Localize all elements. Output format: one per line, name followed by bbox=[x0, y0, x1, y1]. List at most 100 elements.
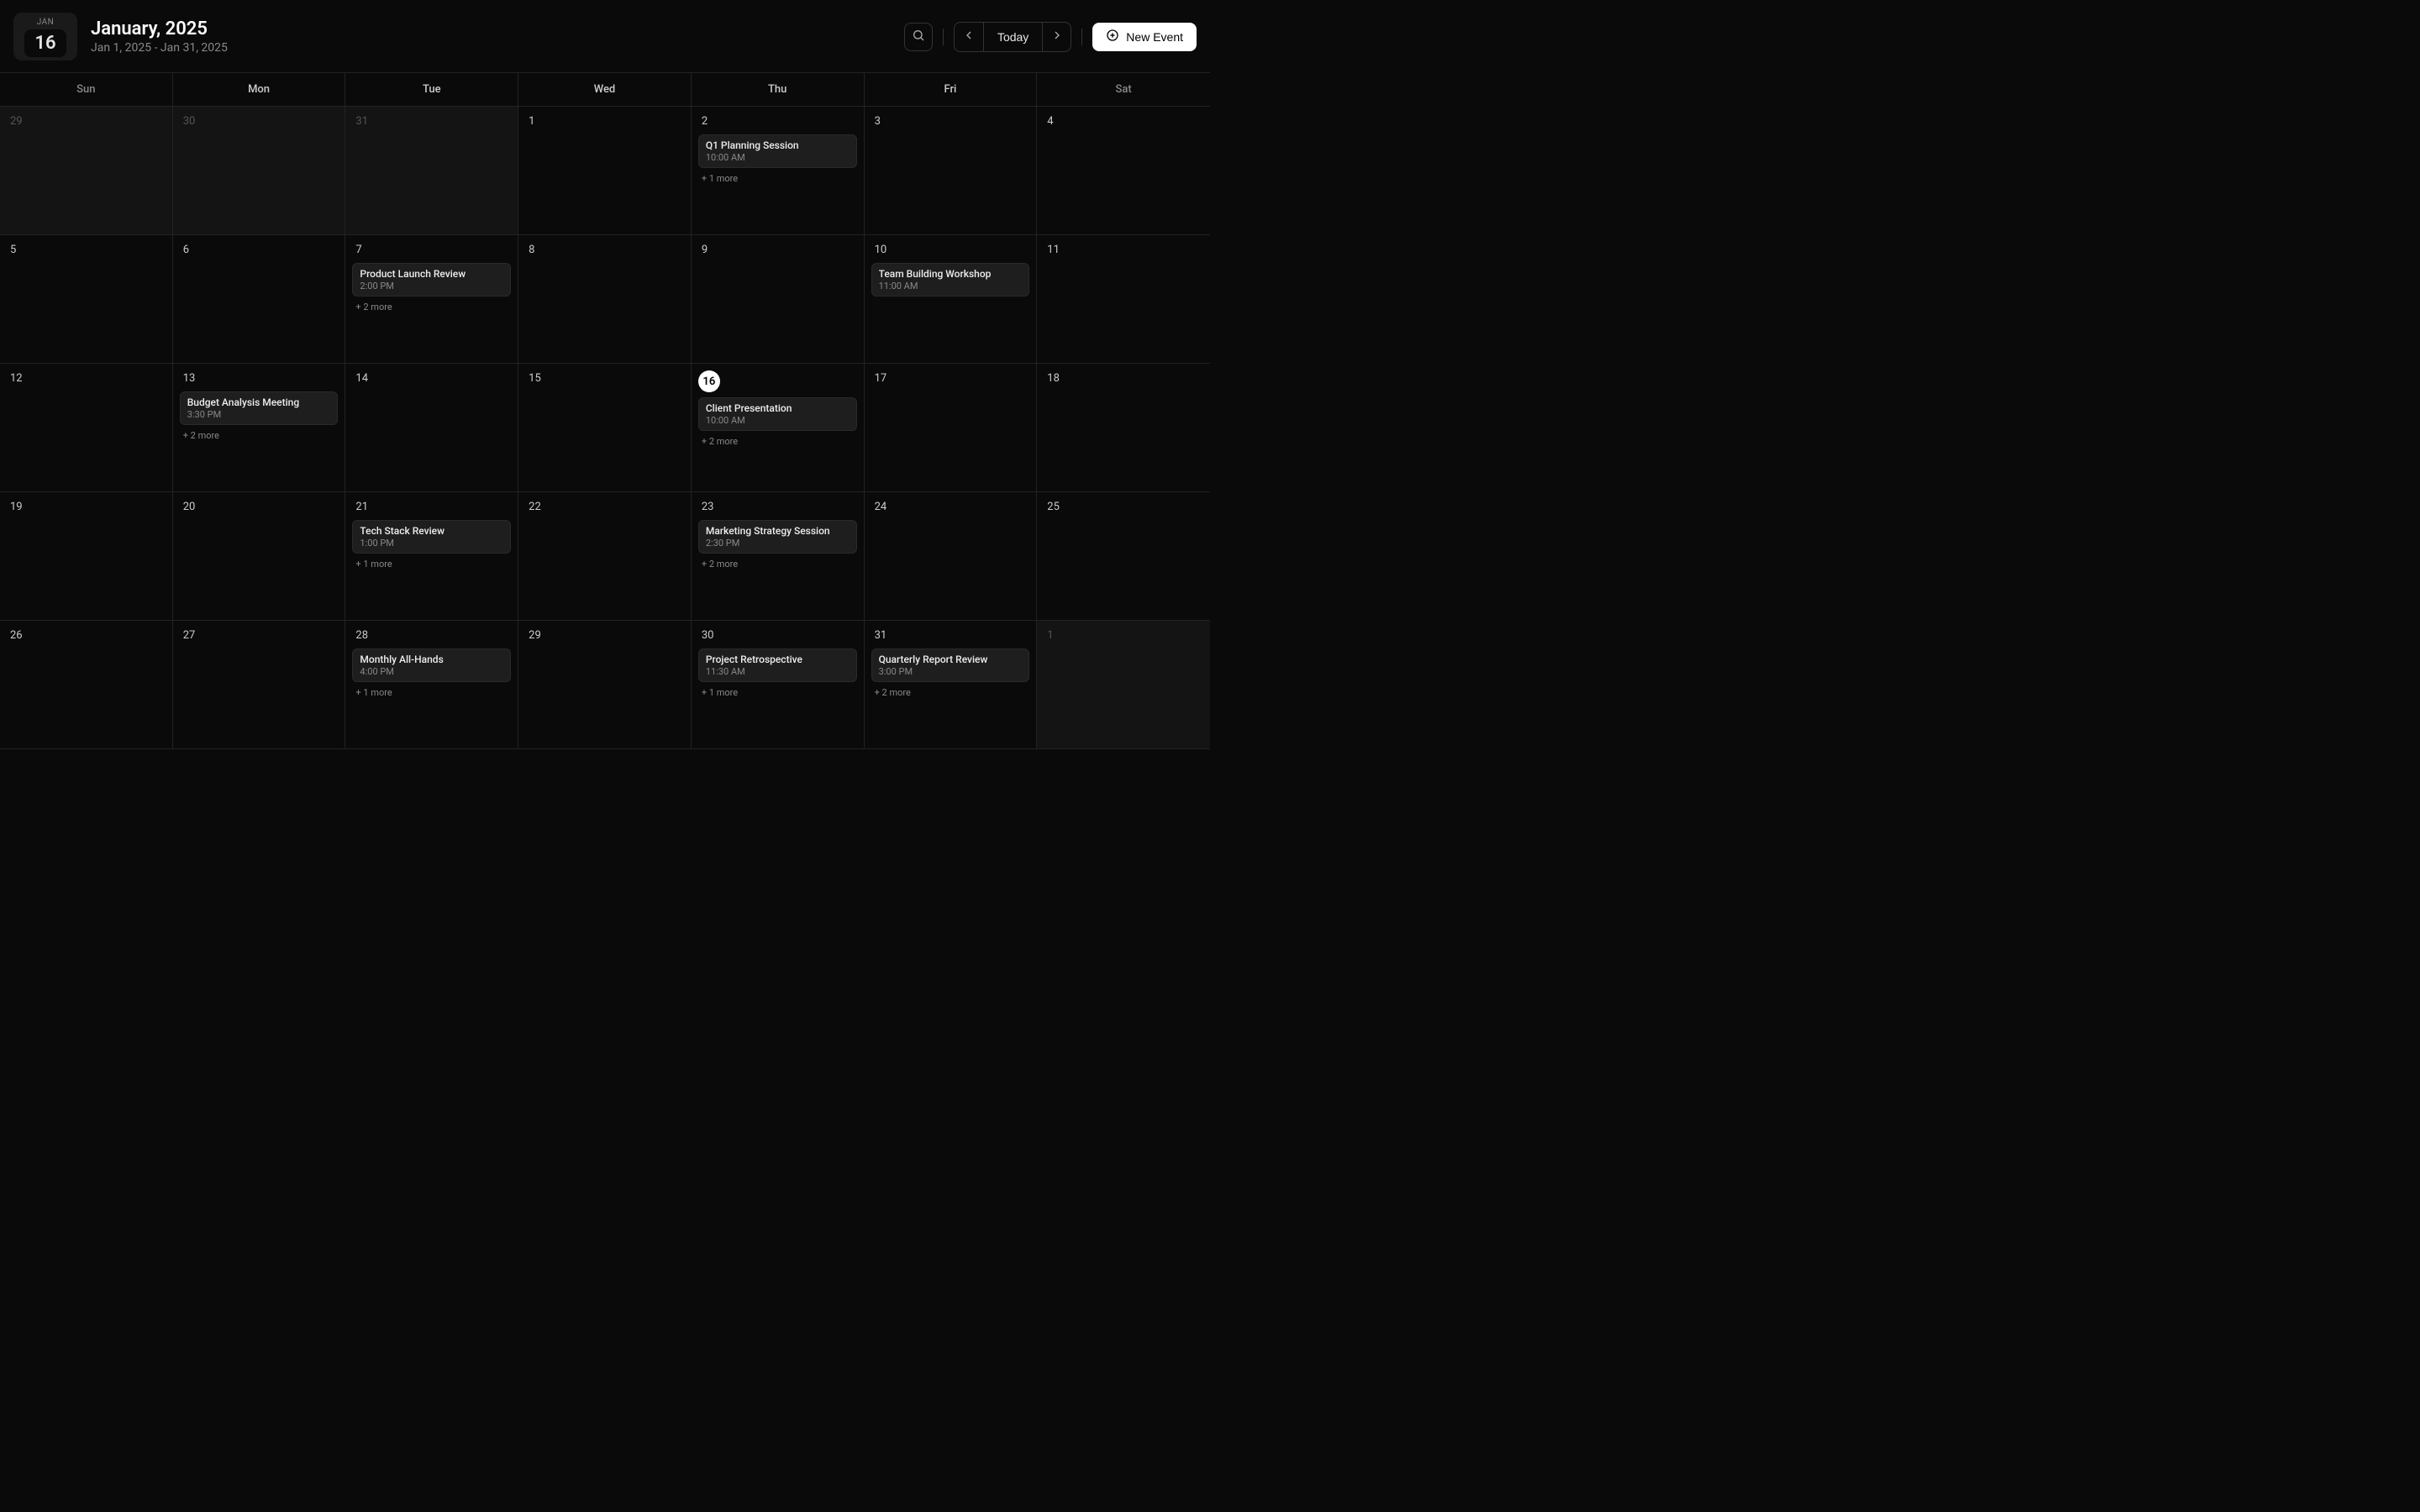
calendar-cell[interactable]: 13 Budget Analysis Meeting3:30 PM + 2 more bbox=[173, 364, 346, 492]
calendar-cell[interactable]: 6 bbox=[173, 235, 346, 364]
calendar-cell[interactable]: 10 Team Building Workshop11:00 AM bbox=[865, 235, 1038, 364]
calendar-cell[interactable]: 22 bbox=[518, 492, 692, 621]
calendar-event[interactable]: Product Launch Review2:00 PM bbox=[352, 263, 511, 297]
event-time: 1:00 PM bbox=[360, 538, 503, 549]
calendar-event[interactable]: Project Retrospective11:30 AM bbox=[698, 648, 857, 682]
calendar-cell[interactable]: 1 bbox=[1037, 621, 1210, 749]
event-time: 3:30 PM bbox=[187, 409, 331, 420]
day-number: 4 bbox=[1044, 113, 1203, 129]
event-title: Budget Analysis Meeting bbox=[187, 396, 331, 408]
day-number: 22 bbox=[525, 499, 684, 515]
calendar-event[interactable]: Quarterly Report Review3:00 PM bbox=[871, 648, 1030, 682]
more-events-link[interactable]: + 1 more bbox=[698, 687, 857, 698]
event-time: 11:00 AM bbox=[879, 281, 1023, 291]
event-title: Client Presentation bbox=[706, 402, 850, 414]
day-number: 10 bbox=[871, 242, 1030, 258]
calendar-cell[interactable]: 8 bbox=[518, 235, 692, 364]
calendar-event[interactable]: Marketing Strategy Session2:30 PM bbox=[698, 520, 857, 554]
calendar-event[interactable]: Client Presentation10:00 AM bbox=[698, 397, 857, 431]
day-number: 28 bbox=[352, 627, 511, 643]
next-month-button[interactable] bbox=[1042, 23, 1071, 51]
event-time: 2:00 PM bbox=[360, 281, 503, 291]
calendar-cell[interactable]: 15 bbox=[518, 364, 692, 492]
calendar-cell[interactable]: 4 bbox=[1037, 107, 1210, 235]
calendar-cell[interactable]: 24 bbox=[865, 492, 1038, 621]
calendar-cell[interactable]: 21 Tech Stack Review1:00 PM + 1 more bbox=[345, 492, 518, 621]
day-number: 29 bbox=[7, 113, 166, 129]
calendar-cell[interactable]: 31Quarterly Report Review3:00 PM+ 2 more bbox=[865, 621, 1038, 749]
day-number: 11 bbox=[1044, 242, 1203, 258]
event-title: Marketing Strategy Session bbox=[706, 525, 850, 537]
calendar-cell[interactable]: 23Marketing Strategy Session2:30 PM+ 2 m… bbox=[692, 492, 865, 621]
day-number: 17 bbox=[871, 370, 1030, 386]
calendar-event[interactable]: Monthly All-Hands4:00 PM bbox=[352, 648, 511, 682]
more-events-link[interactable]: + 1 more bbox=[352, 687, 511, 698]
calendar-cell[interactable]: 5 bbox=[0, 235, 173, 364]
new-event-label: New Event bbox=[1126, 30, 1183, 44]
prev-month-button[interactable] bbox=[955, 23, 983, 51]
calendar-cell[interactable]: 31 bbox=[345, 107, 518, 235]
day-number: 30 bbox=[698, 627, 857, 643]
calendar-cell[interactable]: 1 bbox=[518, 107, 692, 235]
calendar-cell[interactable]: 29 bbox=[0, 107, 173, 235]
day-header: Fri bbox=[865, 73, 1038, 106]
search-button[interactable] bbox=[904, 23, 933, 51]
day-header: Wed bbox=[518, 73, 692, 106]
event-time: 3:00 PM bbox=[879, 666, 1023, 677]
day-number: 24 bbox=[871, 499, 1030, 515]
date-badge-month: JAN bbox=[37, 18, 55, 27]
day-header: Thu bbox=[692, 73, 865, 106]
calendar-cell[interactable]: 26 bbox=[0, 621, 173, 749]
calendar-event[interactable]: Q1 Planning Session10:00 AM bbox=[698, 134, 857, 168]
today-button[interactable]: Today bbox=[983, 23, 1042, 51]
divider bbox=[943, 29, 944, 45]
new-event-button[interactable]: New Event bbox=[1092, 23, 1197, 51]
day-header: Tue bbox=[345, 73, 518, 106]
day-number: 16 bbox=[698, 370, 720, 392]
chevron-right-icon bbox=[1050, 29, 1064, 45]
calendar-cell[interactable]: 14 bbox=[345, 364, 518, 492]
calendar-cell[interactable]: 9 bbox=[692, 235, 865, 364]
more-events-link[interactable]: + 2 more bbox=[352, 302, 511, 312]
calendar-cell[interactable]: 30 bbox=[173, 107, 346, 235]
day-number: 21 bbox=[352, 499, 511, 515]
calendar-cell[interactable]: 28 Monthly All-Hands4:00 PM + 1 more bbox=[345, 621, 518, 749]
calendar-event[interactable]: Budget Analysis Meeting3:30 PM bbox=[180, 391, 339, 425]
day-number: 31 bbox=[352, 113, 511, 129]
calendar-cell[interactable]: 19 bbox=[0, 492, 173, 621]
event-title: Tech Stack Review bbox=[360, 525, 503, 537]
calendar-cell[interactable]: 25 bbox=[1037, 492, 1210, 621]
event-time: 4:00 PM bbox=[360, 666, 503, 677]
calendar-cell[interactable]: 7 Product Launch Review2:00 PM + 2 more bbox=[345, 235, 518, 364]
event-title: Team Building Workshop bbox=[879, 268, 1023, 280]
calendar-cell[interactable]: 18 bbox=[1037, 364, 1210, 492]
more-events-link[interactable]: + 1 more bbox=[698, 173, 857, 184]
more-events-link[interactable]: + 1 more bbox=[352, 559, 511, 570]
calendar-cell[interactable]: 30 Project Retrospective11:30 AM + 1 more bbox=[692, 621, 865, 749]
event-time: 10:00 AM bbox=[706, 152, 850, 163]
calendar-cell[interactable]: 29 bbox=[518, 621, 692, 749]
calendar-cell[interactable]: 11 bbox=[1037, 235, 1210, 364]
calendar-event[interactable]: Team Building Workshop11:00 AM bbox=[871, 263, 1030, 297]
plus-circle-icon bbox=[1106, 29, 1119, 45]
day-number: 1 bbox=[525, 113, 684, 129]
calendar-cell[interactable]: 12 bbox=[0, 364, 173, 492]
calendar-cell[interactable]: 27 bbox=[173, 621, 346, 749]
day-number: 25 bbox=[1044, 499, 1203, 515]
day-number: 1 bbox=[1044, 627, 1203, 643]
calendar-cell[interactable]: 3 bbox=[865, 107, 1038, 235]
calendar-cell[interactable]: 17 bbox=[865, 364, 1038, 492]
day-number: 18 bbox=[1044, 370, 1203, 386]
more-events-link[interactable]: + 2 more bbox=[698, 436, 857, 447]
more-events-link[interactable]: + 2 more bbox=[871, 687, 1030, 698]
calendar-cell[interactable]: 16 Client Presentation10:00 AM + 2 more bbox=[692, 364, 865, 492]
event-time: 11:30 AM bbox=[706, 666, 850, 677]
calendar-cell[interactable]: 20 bbox=[173, 492, 346, 621]
day-number: 13 bbox=[180, 370, 339, 386]
more-events-link[interactable]: + 2 more bbox=[698, 559, 857, 570]
more-events-link[interactable]: + 2 more bbox=[180, 430, 339, 441]
calendar-cell[interactable]: 2Q1 Planning Session10:00 AM+ 1 more bbox=[692, 107, 865, 235]
event-time: 2:30 PM bbox=[706, 538, 850, 549]
day-number: 7 bbox=[352, 242, 511, 258]
calendar-event[interactable]: Tech Stack Review1:00 PM bbox=[352, 520, 511, 554]
